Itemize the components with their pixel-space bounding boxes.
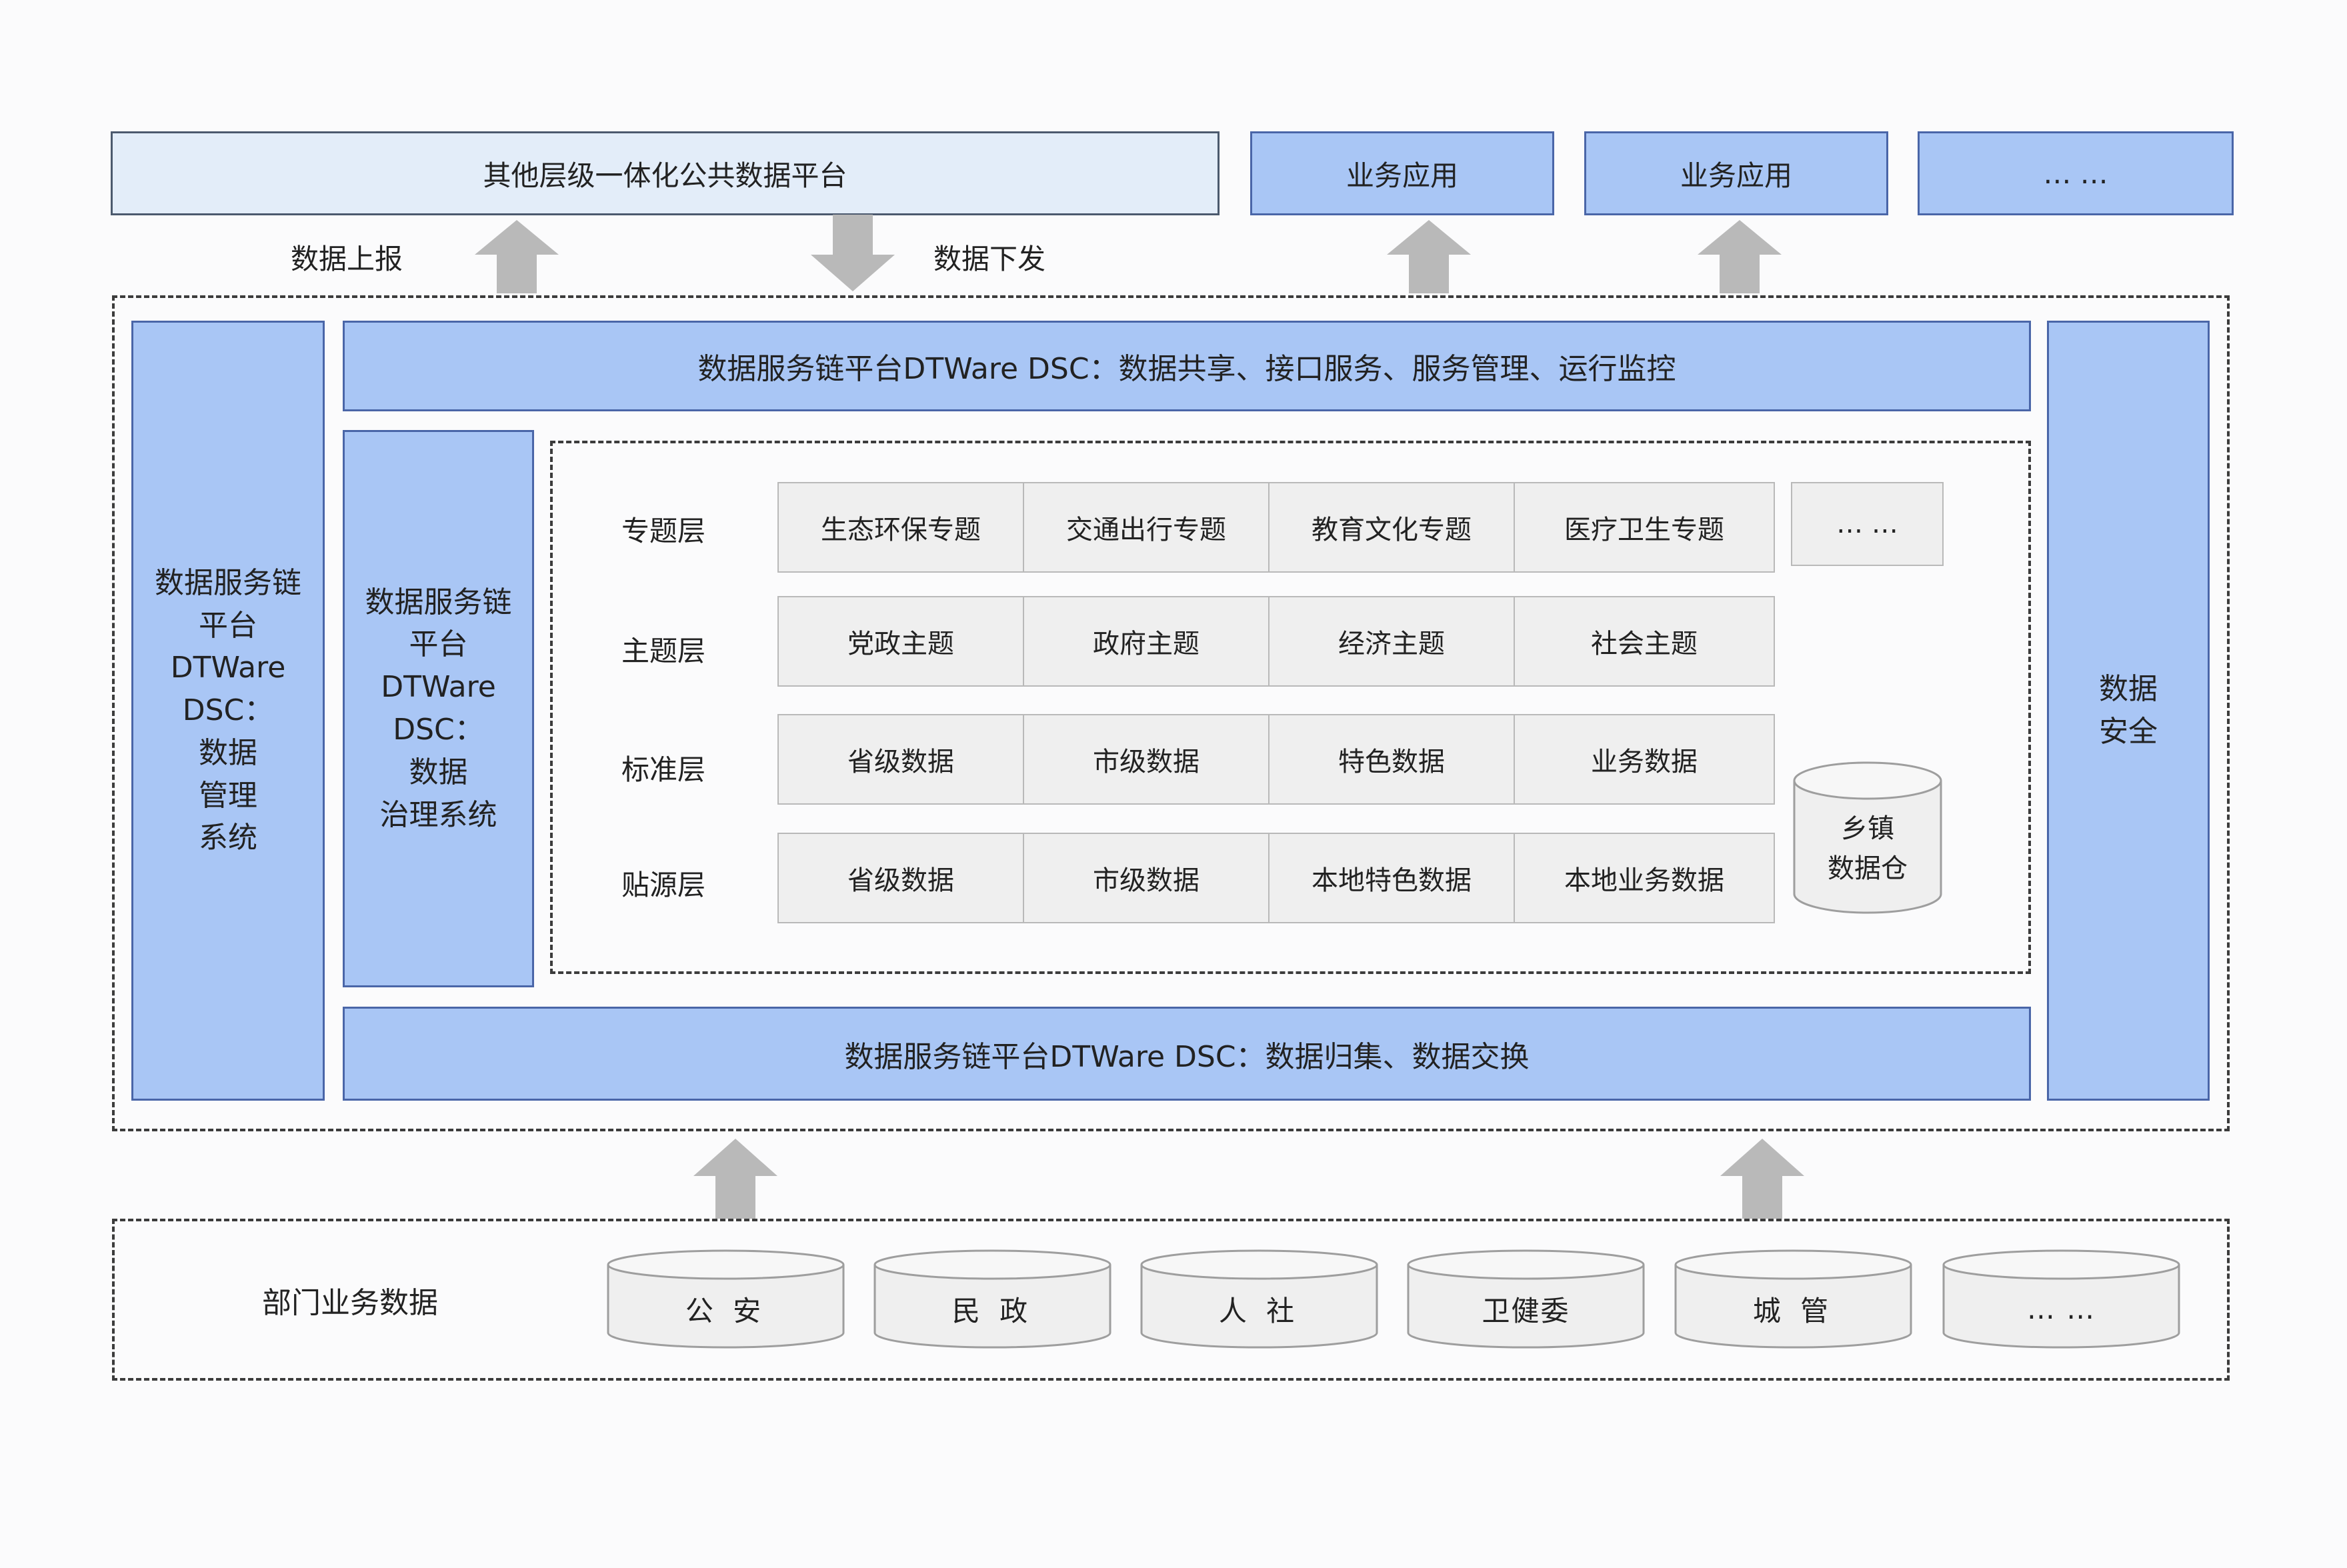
mgmt-line-7: 系统 [199, 821, 257, 855]
security-line-1: 数据 [2099, 672, 2158, 707]
source-label: 卫健委 [1482, 1294, 1570, 1327]
mgmt-line-4: DSC： [182, 693, 274, 728]
app-up-arrow-2 [1698, 220, 1782, 293]
gov-line-6: 治理系统 [379, 797, 497, 832]
business-app-label-1: 业务应用 [1346, 159, 1458, 192]
business-app-label-2: 业务应用 [1680, 159, 1792, 192]
mgmt-line-2: 平台 [199, 608, 257, 643]
warehouse-line-2: 数据仓 [1828, 853, 1908, 884]
layer-cell: 教育文化专题 [1268, 482, 1515, 573]
layer-cell: 省级数据 [777, 714, 1024, 805]
warehouse-line-1: 乡镇 [1841, 813, 1894, 844]
layer-cell: 特色数据 [1268, 714, 1515, 805]
security-line-2: 安全 [2099, 715, 2158, 749]
service-bar-bottom-label: 数据服务链平台DTWare DSC：数据归集、数据交换 [844, 1039, 1530, 1074]
mgmt-line-6: 管理 [199, 778, 257, 813]
issue-down-label: 数据下发 [933, 243, 1046, 275]
source-cylinder: 城 管 [1674, 1249, 1913, 1349]
source-cylinder: 卫健委 [1406, 1249, 1646, 1349]
more-topics-box: … … [1791, 482, 1944, 566]
gov-line-5: 数据 [409, 755, 468, 789]
layer-label-standard: 标准层 [621, 753, 705, 786]
data-management-column: 数据服务链 平台 DTWare DSC： 数据 管理 系统 [131, 321, 325, 1101]
issue-down-arrow [811, 215, 895, 291]
source-cylinder: 公 安 [606, 1249, 845, 1349]
mgmt-line-5: 数据 [199, 735, 257, 770]
upper-platform-label: 其他层级一体化公共数据平台 [483, 159, 847, 192]
layer-cell: 业务数据 [1514, 714, 1775, 805]
township-warehouse-cylinder: 乡镇 数据仓 [1792, 761, 1943, 915]
department-data-label: 部门业务数据 [262, 1286, 438, 1320]
layer-cell: 党政主题 [777, 596, 1024, 687]
layer-cell: 交通出行专题 [1023, 482, 1270, 573]
layer-cell: 市级数据 [1023, 833, 1270, 923]
gov-line-3: DTWare [381, 670, 496, 705]
business-app-box-2: 业务应用 [1584, 131, 1888, 215]
report-up-arrow [475, 220, 559, 293]
collect-up-arrow-1 [693, 1139, 777, 1219]
upper-platform-box: 其他层级一体化公共数据平台 [111, 131, 1220, 215]
layer-cell: 社会主题 [1514, 596, 1775, 687]
business-app-box-1: 业务应用 [1250, 131, 1554, 215]
layer-cell: 本地业务数据 [1514, 833, 1775, 923]
layer-cell: 医疗卫生专题 [1514, 482, 1775, 573]
layer-label-topic: 专题层 [621, 514, 705, 547]
gov-line-2: 平台 [409, 627, 468, 662]
source-cylinder: 人 社 [1139, 1249, 1379, 1349]
service-bar-bottom: 数据服务链平台DTWare DSC：数据归集、数据交换 [343, 1007, 2031, 1101]
layer-label-theme: 主题层 [621, 634, 705, 667]
business-app-label-more: … … [2043, 157, 2108, 190]
service-bar-top: 数据服务链平台DTWare DSC：数据共享、接口服务、服务管理、运行监控 [343, 321, 2031, 411]
data-governance-column: 数据服务链 平台 DTWare DSC： 数据 治理系统 [343, 430, 534, 987]
mgmt-line-1: 数据服务链 [155, 565, 301, 600]
collect-up-arrow-2 [1720, 1139, 1804, 1219]
app-up-arrow-1 [1387, 220, 1471, 293]
layer-label-source: 贴源层 [621, 868, 705, 901]
gov-line-1: 数据服务链 [365, 585, 512, 619]
layer-cell: 政府主题 [1023, 596, 1270, 687]
source-cylinder: … … [1942, 1249, 2181, 1349]
source-label: 人 社 [1218, 1294, 1300, 1327]
layer-cell: 省级数据 [777, 833, 1024, 923]
layer-cell: 本地特色数据 [1268, 833, 1515, 923]
report-up-label: 数据上报 [291, 243, 403, 275]
data-security-column: 数据 安全 [2047, 321, 2210, 1101]
gov-line-4: DSC： [393, 713, 484, 747]
service-bar-top-label: 数据服务链平台DTWare DSC：数据共享、接口服务、服务管理、运行监控 [697, 352, 1676, 386]
source-label: 城 管 [1752, 1294, 1834, 1327]
source-label: 民 政 [951, 1294, 1033, 1327]
layer-cell: 经济主题 [1268, 596, 1515, 687]
mgmt-line-3: DTWare [170, 651, 286, 685]
layer-cell: 生态环保专题 [777, 482, 1024, 573]
business-app-box-more: … … [1918, 131, 2234, 215]
layer-cell: 市级数据 [1023, 714, 1270, 805]
source-cylinder: 民 政 [873, 1249, 1112, 1349]
township-warehouse-label: 乡镇 数据仓 [1792, 802, 1943, 895]
source-label: … … [2026, 1292, 2096, 1325]
source-label: 公 安 [685, 1294, 767, 1327]
